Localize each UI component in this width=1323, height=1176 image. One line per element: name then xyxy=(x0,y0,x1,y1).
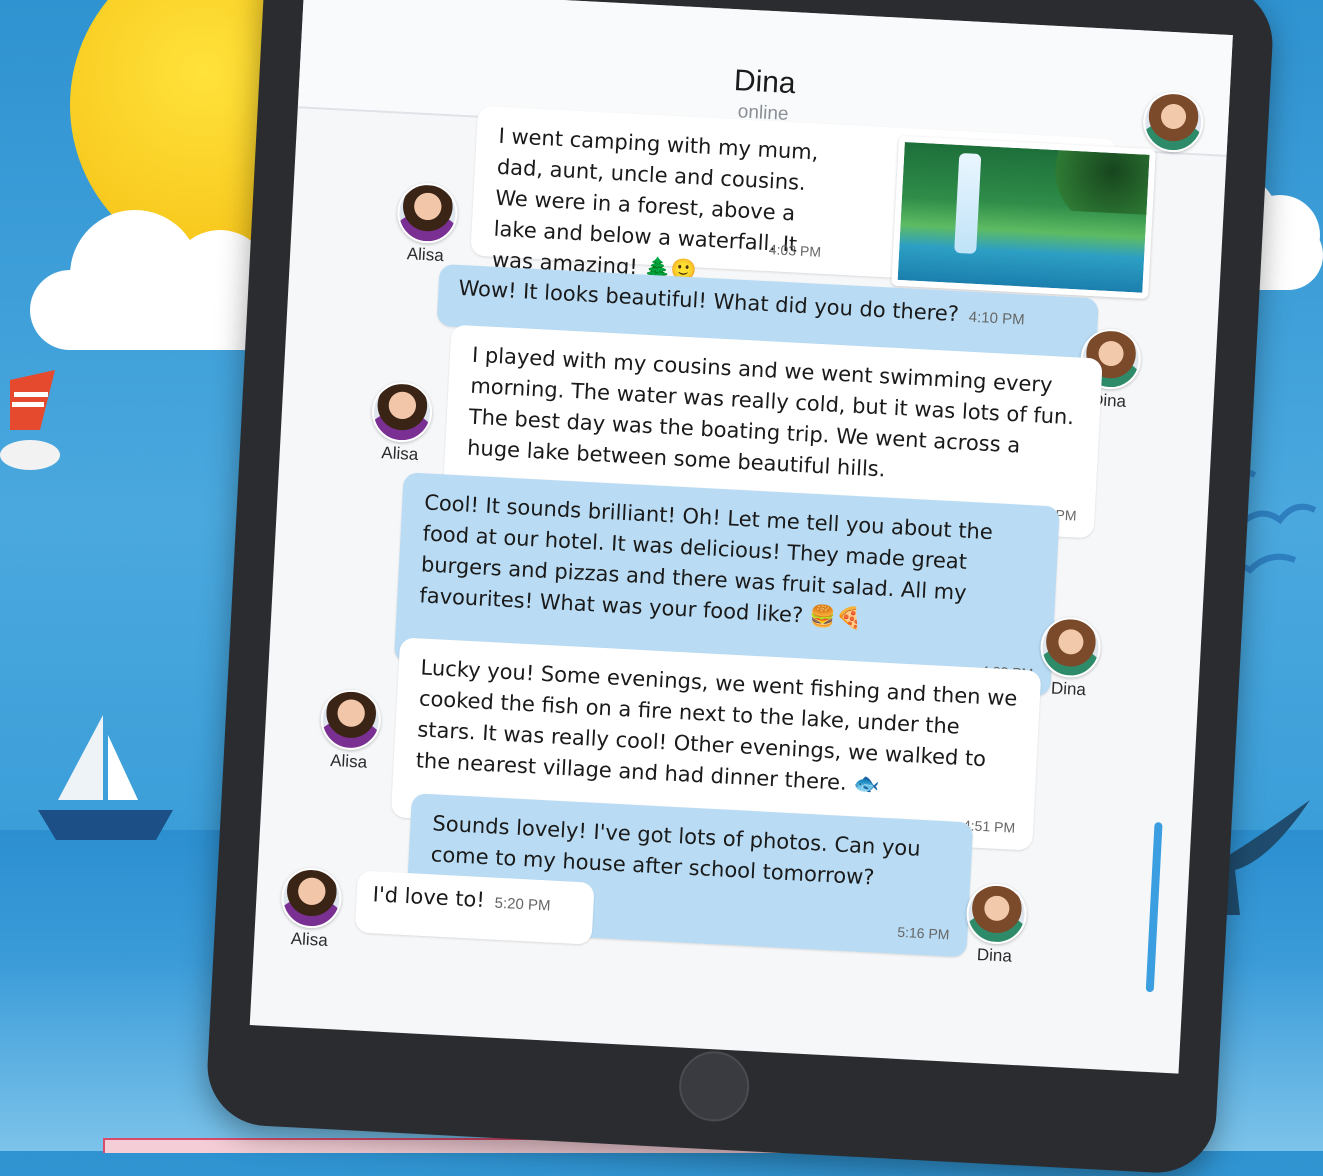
alisa-avatar-icon xyxy=(395,181,459,245)
alisa-avatar-icon xyxy=(319,688,383,752)
waterfall-photo[interactable] xyxy=(891,135,1156,299)
message-text: Cool! It sounds brilliant! Oh! Let me te… xyxy=(418,490,994,631)
sender-dina: Dina xyxy=(1028,615,1112,701)
dina-avatar-icon xyxy=(1039,615,1103,679)
message-text: I'd love to! xyxy=(372,882,486,913)
sender-label: Alisa xyxy=(290,929,329,950)
home-button-icon[interactable] xyxy=(677,1049,751,1124)
foliage-shape xyxy=(1026,148,1150,215)
message-text: Wow! It looks beautiful! What did you do… xyxy=(457,275,960,327)
tablet-device: Dina online Alisa I went camping with my… xyxy=(204,0,1276,1176)
sender-label: Dina xyxy=(976,944,1013,966)
sender-label: Alisa xyxy=(406,244,445,266)
sailboat-illustration xyxy=(38,715,173,840)
message-time: 4:03 PM xyxy=(768,241,822,260)
airplane-tail-illustration xyxy=(0,370,60,470)
message-bubble-incoming[interactable]: I'd love to! 5:20 PM xyxy=(354,870,595,945)
sender-label: Alisa xyxy=(329,750,368,772)
message-time: 4:10 PM xyxy=(968,308,1026,329)
sender-alisa: Alisa xyxy=(385,181,469,267)
message-time: 5:20 PM xyxy=(494,894,551,915)
sender-label: Alisa xyxy=(380,443,419,465)
message-text: Lucky you! Some evenings, we went fishin… xyxy=(415,655,1018,797)
sender-alisa: Alisa xyxy=(308,688,392,774)
alisa-avatar-icon xyxy=(279,866,343,930)
message-text: I played with my cousins and we went swi… xyxy=(466,342,1075,482)
message-time: 5:16 PM xyxy=(896,923,950,943)
contact-avatar[interactable] xyxy=(1141,90,1205,154)
dina-avatar-icon xyxy=(1141,90,1205,154)
chat-screen[interactable]: Dina online Alisa I went camping with my… xyxy=(249,0,1233,1074)
sender-alisa: Alisa xyxy=(269,866,353,952)
sender-dina: Dina xyxy=(954,882,1038,968)
dina-avatar-icon xyxy=(965,882,1029,946)
chat-scrollbar[interactable] xyxy=(1145,822,1163,993)
sender-alisa: Alisa xyxy=(359,380,443,466)
alisa-avatar-icon xyxy=(370,380,434,444)
waterfall-shape xyxy=(954,152,982,254)
